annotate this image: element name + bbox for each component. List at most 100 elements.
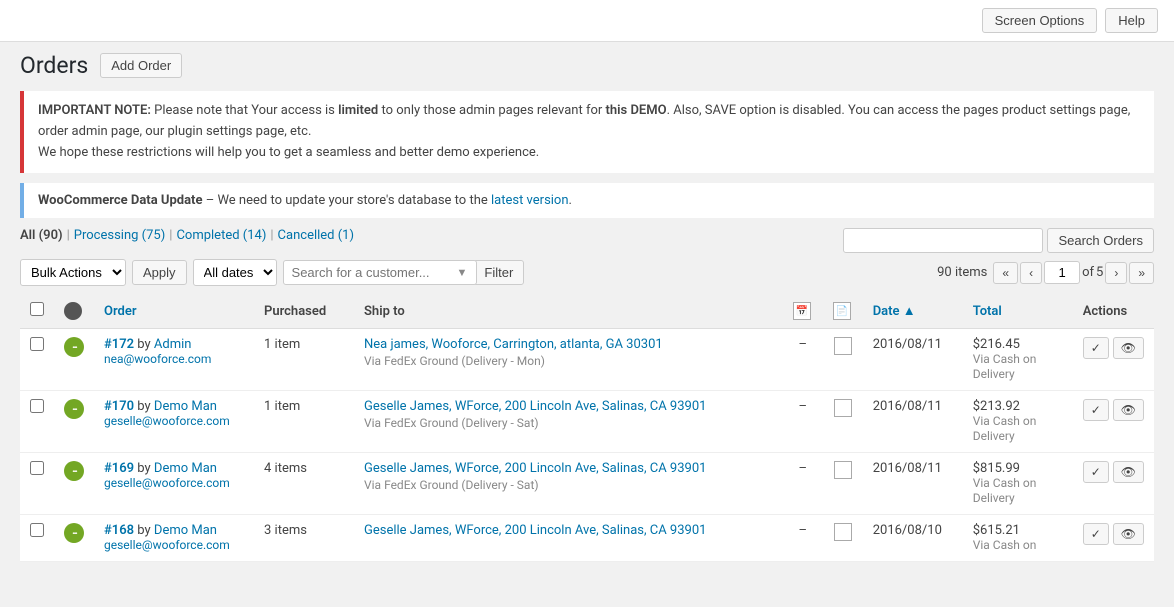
orders-table: Order Purchased Ship to 📅 📄: [20, 294, 1154, 562]
row-dash-cell: –: [783, 515, 823, 562]
view-order-button[interactable]: 👁: [1113, 523, 1144, 545]
pagination-last[interactable]: »: [1129, 262, 1154, 284]
apply-button[interactable]: Apply: [132, 260, 187, 285]
row-ship-cell: Geselle James, WForce, 200 Lincoln Ave, …: [354, 391, 783, 453]
dash-value: –: [798, 523, 807, 538]
row-order-cell: #168 by Demo Man geselle@wooforce.com: [94, 515, 254, 562]
row-date-cell: 2016/08/11: [863, 453, 963, 515]
row-status-cell: ···: [54, 515, 94, 562]
tab-processing[interactable]: Processing (75): [74, 228, 165, 243]
row-actions-cell: ✓ 👁: [1073, 453, 1154, 515]
by-text: by: [137, 461, 154, 476]
ship-to-link[interactable]: Geselle James, WForce, 200 Lincoln Ave, …: [364, 399, 706, 414]
order-email-link[interactable]: geselle@wooforce.com: [104, 538, 230, 552]
tablenav-right: 90 items « ‹ of 5 › »: [937, 261, 1154, 284]
all-dates-select[interactable]: All dates: [193, 259, 277, 286]
row-page-icon: [834, 399, 852, 417]
col-header-date: Date ▲: [863, 294, 963, 329]
col-header-order: Order: [94, 294, 254, 329]
row-checkbox[interactable]: [30, 337, 44, 351]
row-order-cell: #170 by Demo Man geselle@wooforce.com: [94, 391, 254, 453]
pagination-prev[interactable]: ‹: [1020, 262, 1042, 284]
row-checkbox[interactable]: [30, 461, 44, 475]
row-checkbox[interactable]: [30, 399, 44, 413]
customer-search-input[interactable]: [283, 260, 477, 285]
col-header-total: Total: [963, 294, 1073, 329]
row-checkbox-cell: [20, 391, 54, 453]
row-status-cell: ···: [54, 453, 94, 515]
row-status-cell: ···: [54, 329, 94, 391]
row-page-icon: [834, 523, 852, 541]
row-page-icon: [834, 461, 852, 479]
row-actions-cell: ✓ 👁: [1073, 329, 1154, 391]
order-author-link[interactable]: Demo Man: [154, 461, 217, 476]
order-author-link[interactable]: Admin: [154, 337, 192, 352]
tab-all[interactable]: All (90): [20, 228, 63, 243]
complete-order-button[interactable]: ✓: [1083, 461, 1109, 483]
row-page-icon-cell: [823, 515, 863, 562]
complete-order-button[interactable]: ✓: [1083, 337, 1109, 359]
search-orders-input[interactable]: [843, 228, 1043, 253]
pagination-current-page[interactable]: [1044, 261, 1080, 284]
order-email-link[interactable]: geselle@wooforce.com: [104, 476, 230, 490]
bulk-actions-select[interactable]: Bulk Actions: [20, 259, 126, 286]
status-indicator: ···: [64, 523, 84, 543]
order-number-link[interactable]: #170: [104, 399, 134, 414]
add-order-button[interactable]: Add Order: [100, 53, 182, 78]
order-total: $815.99: [973, 461, 1020, 476]
table-row: ··· #169 by Demo Man geselle@wooforce.co…: [20, 453, 1154, 515]
ship-to-link[interactable]: Nea james, Wooforce, Carrington, atlanta…: [364, 337, 663, 352]
payment-method: Via Cash on Delivery: [973, 352, 1037, 381]
order-email-link[interactable]: geselle@wooforce.com: [104, 414, 230, 428]
ship-to-link[interactable]: Geselle James, WForce, 200 Lincoln Ave, …: [364, 523, 706, 538]
by-text: by: [137, 337, 154, 352]
filter-button[interactable]: Filter: [473, 260, 524, 285]
purchased-count: 4 items: [264, 461, 307, 476]
screen-options-button[interactable]: Screen Options: [982, 8, 1098, 33]
search-orders-button[interactable]: Search Orders: [1047, 228, 1154, 253]
help-button[interactable]: Help: [1105, 8, 1158, 33]
select-all-checkbox[interactable]: [30, 302, 44, 316]
purchased-count: 3 items: [264, 523, 307, 538]
view-order-button[interactable]: 👁: [1113, 337, 1144, 359]
row-total-cell: $815.99 Via Cash on Delivery: [963, 453, 1073, 515]
order-total: $216.45: [973, 337, 1020, 352]
order-number-link[interactable]: #172: [104, 337, 134, 352]
pagination-first[interactable]: «: [993, 262, 1018, 284]
info-notice-text: WooCommerce Data Update – We need to upd…: [38, 193, 572, 208]
col-header-page: 📄: [823, 294, 863, 329]
order-number-link[interactable]: #169: [104, 461, 134, 476]
row-total-cell: $216.45 Via Cash on Delivery: [963, 329, 1073, 391]
top-bar: Screen Options Help: [0, 0, 1174, 42]
order-email-link[interactable]: nea@wooforce.com: [104, 352, 211, 366]
complete-order-button[interactable]: ✓: [1083, 523, 1109, 545]
pagination-next[interactable]: ›: [1105, 262, 1127, 284]
order-sort-link[interactable]: Order: [104, 304, 137, 319]
date-sort-link[interactable]: Date ▲: [873, 304, 916, 319]
latest-version-link[interactable]: latest version: [491, 193, 569, 208]
row-checkbox-cell: [20, 515, 54, 562]
col-header-calendar: 📅: [783, 294, 823, 329]
row-checkbox[interactable]: [30, 523, 44, 537]
order-number-link[interactable]: #168: [104, 523, 134, 538]
row-checkbox-cell: [20, 453, 54, 515]
by-text: by: [137, 523, 154, 538]
total-sort-link[interactable]: Total: [973, 304, 1002, 319]
order-author-link[interactable]: Demo Man: [154, 523, 217, 538]
tab-cancelled[interactable]: Cancelled (1): [278, 228, 354, 243]
complete-order-button[interactable]: ✓: [1083, 399, 1109, 421]
row-status-cell: ···: [54, 391, 94, 453]
view-order-button[interactable]: 👁: [1113, 461, 1144, 483]
error-notice: IMPORTANT NOTE: Please note that Your ac…: [20, 91, 1154, 173]
action-buttons: ✓ 👁: [1083, 461, 1144, 483]
view-order-button[interactable]: 👁: [1113, 399, 1144, 421]
action-buttons: ✓ 👁: [1083, 523, 1144, 545]
tab-completed[interactable]: Completed (14): [176, 228, 266, 243]
ship-to-link[interactable]: Geselle James, WForce, 200 Lincoln Ave, …: [364, 461, 706, 476]
row-ship-cell: Nea james, Wooforce, Carrington, atlanta…: [354, 329, 783, 391]
order-author-link[interactable]: Demo Man: [154, 399, 217, 414]
dash-value: –: [798, 337, 807, 352]
table-header-row: Order Purchased Ship to 📅 📄: [20, 294, 1154, 329]
calendar-icon: 📅: [793, 302, 811, 320]
row-date-cell: 2016/08/10: [863, 515, 963, 562]
